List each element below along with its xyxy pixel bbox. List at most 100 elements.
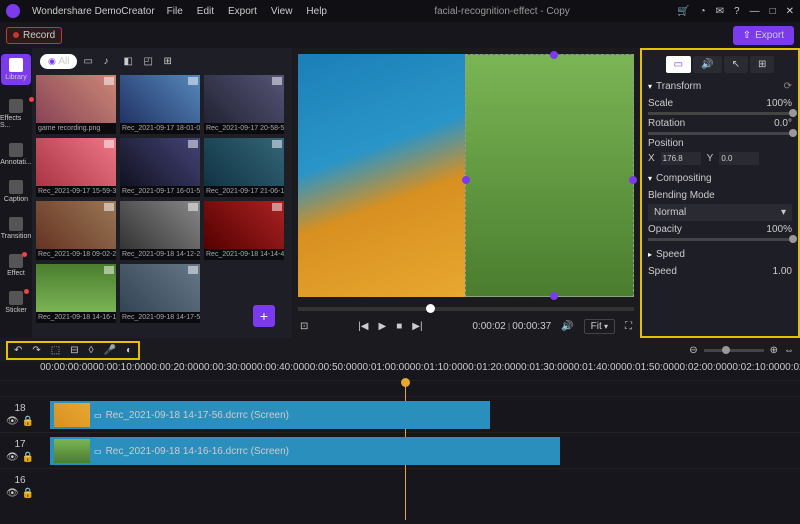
menu-file[interactable]: File (167, 6, 183, 17)
clip-item[interactable]: ▭ Rec_2021-09-18 14-16-16.dcrrc (Screen) (50, 437, 560, 465)
sidebar-tab-library[interactable]: Library (1, 54, 30, 85)
record-button[interactable]: Record (6, 27, 62, 44)
filter-all-button[interactable]: ◉ All (40, 54, 77, 69)
maximize-icon[interactable]: □ (770, 6, 776, 17)
blend-mode-select[interactable]: Normal▾ (648, 204, 792, 221)
effect-icon (9, 254, 23, 268)
properties-panel: ▭ 🔊 ↖ ⊞ Transform⟳ Scale100% Rotation0.0… (640, 48, 800, 338)
time-ruler[interactable]: 00:00:00:0000:00:10:0000:00:20:0000:00:3… (0, 362, 800, 380)
lib-icon-5[interactable]: ⊞ (163, 56, 175, 68)
visibility-icon[interactable]: 👁 🔒 (6, 452, 34, 463)
help-icon[interactable]: ? (734, 6, 740, 17)
media-thumbnails: game recording.png Rec_2021-09-17 18-01-… (36, 75, 288, 323)
undo-icon[interactable]: ↶ (14, 345, 22, 356)
add-media-button[interactable]: + (253, 305, 275, 327)
sidebar-tab-sticker[interactable]: Sticker (5, 291, 26, 314)
stop-icon[interactable]: ■ (396, 321, 402, 332)
window-controls: 🛒 ◔ ✉ ? — □ ✕ (677, 6, 794, 17)
redo-icon[interactable]: ↷ (32, 345, 40, 356)
app-name: Wondershare DemoCreator (32, 6, 155, 17)
menu-view[interactable]: View (271, 6, 293, 17)
menu-edit[interactable]: Edit (197, 6, 214, 17)
timeline-panel: 00:00:00:0000:00:10:0000:00:20:0000:00:3… (0, 362, 800, 524)
opacity-slider[interactable] (648, 238, 792, 241)
zoom-slider[interactable] (704, 349, 764, 352)
minimize-icon[interactable]: — (750, 6, 760, 17)
preview-panel: + ⊡ |◀ ▶ ■ ▶| 0:00:02 | 00:00:37 🔊 Fit ▾… (292, 48, 640, 338)
media-item[interactable]: Rec_2021-09-17 18-01-09... (120, 75, 200, 134)
media-item[interactable]: Rec_2021-09-18 14-12-23... (120, 201, 200, 260)
zoom-out-icon[interactable]: ⊖ (689, 345, 697, 356)
timeline-toolbar: ↶ ↷ ⬚ ⊟ ◊ 🎤 ◐ ⊖ ⊕ ⇔ (0, 338, 800, 362)
lib-icon-4[interactable]: ◰ (143, 56, 155, 68)
mic-icon[interactable]: 🎤 (104, 345, 116, 356)
resize-handle-icon[interactable] (462, 176, 470, 184)
media-item[interactable]: Rec_2021-09-17 21-06-19... (204, 138, 284, 197)
media-item[interactable]: Rec_2021-09-17 16-01-54... (120, 138, 200, 197)
section-transform[interactable]: Transform⟳ (648, 81, 792, 92)
visibility-icon[interactable]: 👁 🔒 (6, 488, 34, 499)
prop-tab-audio[interactable]: 🔊 (693, 56, 721, 73)
resize-handle-icon[interactable] (550, 51, 558, 59)
document-title: facial-recognition-effect - Copy (339, 6, 665, 17)
position-y-input[interactable] (719, 152, 759, 165)
fullscreen-icon[interactable]: ⛶ (625, 321, 632, 332)
visibility-icon[interactable]: 👁 🔒 (6, 416, 34, 427)
lib-icon-3[interactable]: ◧ (123, 56, 135, 68)
marker-icon[interactable]: ◊ (89, 345, 94, 356)
crop-icon[interactable]: ⬚ (51, 345, 60, 356)
app-logo-icon (6, 4, 20, 18)
library-panel: ◉ All ▭ ♪ ◧ ◰ ⊞ game recording.png Rec_2… (32, 48, 292, 338)
media-item[interactable]: Rec_2021-09-18 14-17-56... (120, 264, 200, 323)
sidebar-tab-annotation[interactable]: Annotati... (0, 143, 32, 166)
preview-viewport[interactable]: + (298, 54, 634, 297)
export-button[interactable]: ⇧ Export (733, 26, 794, 45)
effects-icon (9, 99, 23, 113)
preview-layer-grass-selected[interactable] (465, 54, 634, 297)
zoom-fit-icon[interactable]: ⇔ (784, 345, 794, 356)
menu-help[interactable]: Help (306, 6, 327, 17)
sidebar-tab-effect[interactable]: Effect (7, 254, 25, 277)
lib-icon-2[interactable]: ♪ (103, 56, 115, 68)
close-icon[interactable]: ✕ (786, 6, 794, 17)
section-compositing[interactable]: Compositing (648, 173, 792, 184)
media-item[interactable]: Rec_2021-09-18 14-14-47... (204, 201, 284, 260)
prev-frame-icon[interactable]: |◀ (358, 321, 368, 332)
next-frame-icon[interactable]: ▶| (412, 321, 422, 332)
media-item[interactable]: game recording.png (36, 75, 116, 134)
sidebar-tab-effects-store[interactable]: Effects S... (0, 99, 32, 129)
menu-export[interactable]: Export (228, 6, 257, 17)
play-icon[interactable]: ▶ (379, 321, 387, 332)
media-item[interactable]: Rec_2021-09-17 20-58-57... (204, 75, 284, 134)
snapshot-icon[interactable]: ⊡ (300, 321, 308, 332)
preview-layer-flowers (298, 54, 465, 297)
resize-handle-icon[interactable] (550, 292, 558, 300)
user-icon[interactable]: ◔ (700, 6, 706, 17)
media-item[interactable]: Rec_2021-09-18 14-16-16... (36, 264, 116, 323)
timeline-track-16: 16👁 🔒 (0, 468, 800, 504)
section-speed[interactable]: Speed (648, 249, 792, 260)
rotation-slider[interactable] (648, 132, 792, 135)
timeline-track (0, 380, 800, 396)
zoom-in-icon[interactable]: ⊕ (770, 345, 778, 356)
clip-item[interactable]: ▭ Rec_2021-09-18 14-17-56.dcrrc (Screen) (50, 401, 490, 429)
media-item[interactable]: Rec_2021-09-17 15-59-33... (36, 138, 116, 197)
reset-icon[interactable]: ⟳ (784, 81, 792, 92)
mail-icon[interactable]: ✉ (716, 6, 724, 17)
cart-icon[interactable]: 🛒 (677, 6, 689, 17)
preview-seekbar[interactable] (298, 307, 634, 311)
resize-handle-icon[interactable] (629, 176, 637, 184)
sidebar-tab-caption[interactable]: Caption (4, 180, 28, 203)
volume-icon[interactable]: 🔊 (561, 321, 573, 332)
media-item[interactable]: Rec_2021-09-18 09-02-23... (36, 201, 116, 260)
prop-tab-screen[interactable]: ⊞ (750, 56, 774, 73)
scale-slider[interactable] (648, 112, 792, 115)
sidebar-tab-transition[interactable]: Transition (1, 217, 31, 240)
lib-icon-1[interactable]: ▭ (83, 56, 95, 68)
speed-icon[interactable]: ◐ (126, 345, 132, 356)
prop-tab-cursor[interactable]: ↖ (724, 56, 748, 73)
split-icon[interactable]: ⊟ (70, 345, 78, 356)
prop-tab-video[interactable]: ▭ (666, 56, 691, 73)
position-x-input[interactable] (661, 152, 701, 165)
fit-dropdown[interactable]: Fit ▾ (584, 319, 615, 334)
